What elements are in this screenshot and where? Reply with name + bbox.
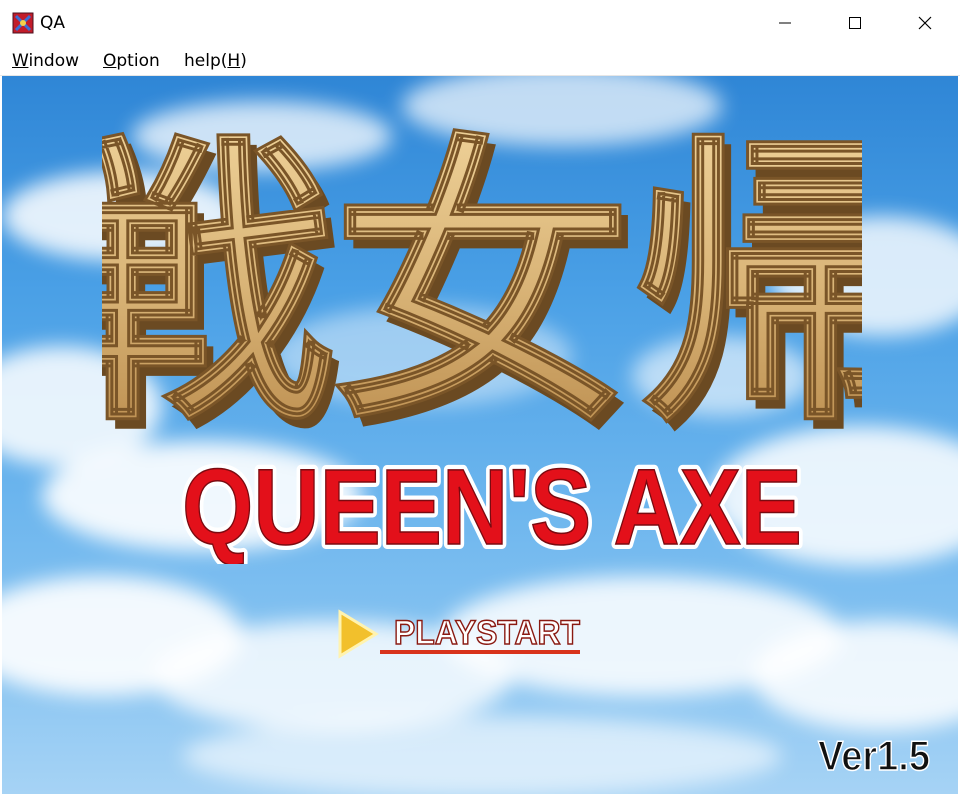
play-start-label: PLAYSTART xyxy=(394,614,580,652)
version-label: Ver1.5 xyxy=(817,731,931,778)
menu-help-mnemonic: H xyxy=(227,51,241,71)
menu-window-mnemonic: W xyxy=(12,51,29,71)
kanji-logo-text: 戦女帰 xyxy=(102,112,862,458)
play-arrow-icon xyxy=(338,609,379,659)
title-bar: QA xyxy=(0,0,960,46)
game-canvas[interactable]: 戦女帰 戦女帰 QUEEN'S AXE QUEEN'S AXE PLAYSTAR… xyxy=(2,76,958,794)
minimize-button[interactable] xyxy=(750,0,820,46)
window-title: QA xyxy=(40,13,66,33)
menu-bar: Window Option help(H) xyxy=(0,46,960,76)
menu-option-mnemonic: O xyxy=(103,51,117,71)
menu-option-rest: ption xyxy=(116,51,160,71)
minimize-icon xyxy=(779,22,791,24)
close-icon xyxy=(918,16,932,30)
game-title-text: QUEEN'S AXE xyxy=(182,446,802,564)
close-button[interactable] xyxy=(890,0,960,46)
menu-window-rest: indow xyxy=(28,51,80,71)
menu-option[interactable]: Option xyxy=(103,51,160,71)
maximize-icon xyxy=(849,17,861,29)
menu-help-prefix: help( xyxy=(184,51,228,71)
game-title: QUEEN'S AXE QUEEN'S AXE xyxy=(177,444,807,564)
version-text: Ver1.5 xyxy=(818,732,930,778)
menu-window[interactable]: Window xyxy=(12,51,79,71)
menu-help-suffix: ) xyxy=(240,51,247,71)
play-start-button[interactable]: PLAYSTART xyxy=(336,604,596,664)
maximize-button[interactable] xyxy=(820,0,890,46)
kanji-logo: 戦女帰 戦女帰 xyxy=(102,111,862,459)
menu-help[interactable]: help(H) xyxy=(184,51,247,71)
play-start-underline xyxy=(380,650,580,654)
app-icon xyxy=(12,12,34,34)
